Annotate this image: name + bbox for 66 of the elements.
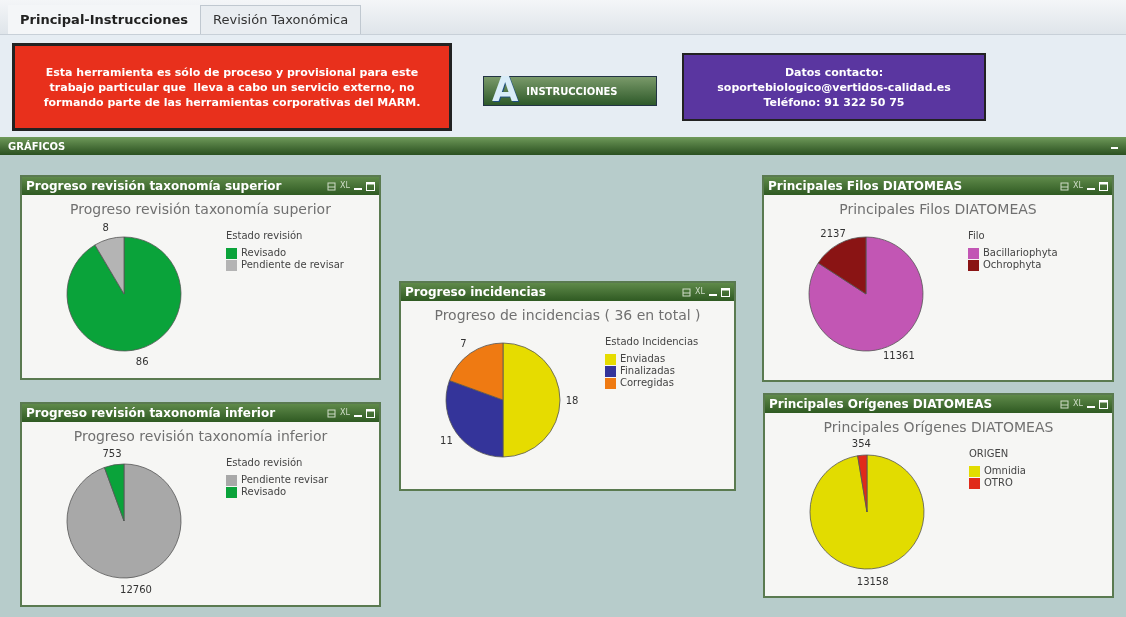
legend-swatch: [605, 353, 616, 365]
tab[interactable]: Revisión Taxonómica: [200, 5, 362, 34]
instructions-button[interactable]: A INSTRUCCIONES: [483, 76, 657, 106]
excel-export-button[interactable]: XL: [1073, 182, 1083, 190]
contact-text: soportebiologico@vertidos-calidad.es: [717, 79, 951, 95]
tab[interactable]: Principal-Instrucciones: [8, 5, 201, 34]
data-label: 8: [102, 222, 109, 234]
data-label: 86: [135, 355, 149, 367]
maximize-icon[interactable]: [366, 408, 375, 418]
legend-label: Corregidas: [620, 377, 674, 389]
legend-label: Finalizadas: [620, 365, 675, 377]
contact-text: Teléfono: 91 322 50 75: [763, 94, 905, 110]
legend-swatch: [226, 259, 237, 271]
legend-swatch: [605, 377, 616, 389]
data-label: 12760: [120, 583, 152, 595]
maximize-icon[interactable]: [366, 181, 375, 191]
panel-title: Progreso revisión taxonomía superior: [26, 178, 283, 195]
legend-swatch: [968, 259, 979, 271]
legend-label: Revisado: [241, 247, 287, 259]
legend-title: Estado Incidencias: [605, 335, 699, 349]
maximize-icon[interactable]: [1099, 181, 1108, 191]
data-label: 11: [440, 434, 453, 446]
panel-title: Principales Orígenes DIATOMEAS: [769, 396, 994, 413]
legend-swatch: [968, 247, 979, 259]
legend-title: Filo: [968, 229, 986, 243]
maximize-icon[interactable]: [721, 287, 730, 297]
panel-title: Progreso revisión taxonomía inferior: [26, 405, 277, 422]
legend-title: ORIGEN: [969, 447, 1010, 461]
legend-label: Bacillariophyta: [983, 247, 1058, 259]
legend-swatch: [969, 477, 980, 489]
legend-label: Enviadas: [620, 353, 666, 365]
data-label: 7: [460, 338, 467, 350]
legend-swatch: [969, 465, 980, 477]
section-title: GRÁFICOS: [8, 139, 66, 154]
data-label: 18: [565, 395, 579, 406]
chart-title: Progreso de incidencias ( 36 en total ): [434, 306, 701, 325]
legend-title: Estado revisión: [226, 229, 304, 243]
panel-title: Principales Filos DIATOMEAS: [768, 178, 964, 195]
maximize-icon[interactable]: [1099, 399, 1108, 409]
legend-label: Pendiente de revisar: [241, 259, 344, 271]
legend-label: Revisado: [241, 486, 287, 498]
legend-swatch: [226, 247, 237, 259]
legend-swatch: [226, 474, 237, 486]
panel-title: Progreso incidencias: [405, 284, 547, 301]
data-label: 753: [102, 448, 122, 460]
data-label: 11361: [883, 349, 915, 361]
data-label: 13158: [856, 575, 889, 587]
legend-label: Omnidia: [984, 465, 1026, 477]
chart-title: Principales Filos DIATOMEAS: [839, 200, 1037, 219]
excel-export-button[interactable]: XL: [695, 288, 705, 296]
contact-text: Datos contacto:: [784, 64, 884, 80]
chart-title: Progreso revisión taxonomía inferior: [73, 427, 328, 446]
data-label: 2137: [820, 228, 846, 240]
legend-swatch: [226, 486, 237, 498]
chart-title: Principales Orígenes DIATOMEAS: [823, 418, 1054, 437]
legend-label: Pendiente revisar: [241, 474, 329, 486]
legend-title: Estado revisión: [226, 456, 304, 470]
data-label: 354: [851, 438, 871, 450]
excel-export-button[interactable]: XL: [1073, 400, 1083, 408]
disclaimer-notice: Esta herramienta es sólo de proceso y provisional para este trabajo particular que lleva a cabo un servicio externo, no formando parte de las herramientas corporativas del MARM.: [12, 43, 452, 131]
excel-export-button[interactable]: XL: [340, 409, 350, 417]
legend-swatch: [605, 365, 616, 377]
legend-label: Ochrophyta: [983, 259, 1042, 271]
legend-label: OTRO: [984, 477, 1013, 489]
excel-export-button[interactable]: XL: [340, 182, 350, 190]
chart-title: Progreso revisión taxonomía superior: [70, 200, 331, 219]
